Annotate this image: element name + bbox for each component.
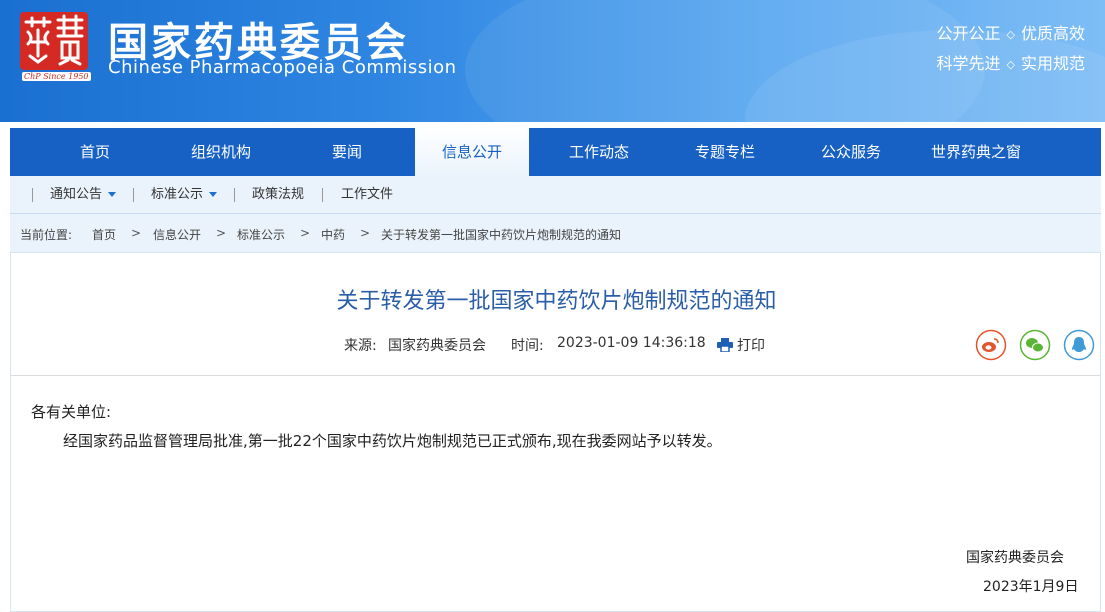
breadcrumb-item[interactable]: 中药	[321, 226, 345, 243]
motto-line-1: 公开公正 ◇ 优质高效	[937, 20, 1086, 44]
nav-item-organization[interactable]: 组织机构	[158, 128, 284, 176]
breadcrumb-prefix: 当前位置:	[20, 228, 73, 242]
time-value: 2023-01-09 14:36:18	[557, 335, 706, 351]
breadcrumb: 当前位置: 首页 > 信息公开 > 标准公示 > 中药 > 关于转发第一批国家中…	[10, 214, 1101, 252]
motto-text: 科学先进	[936, 54, 1001, 73]
salutation: 各有关单位:	[31, 403, 112, 421]
qq-icon	[1063, 329, 1095, 361]
subnav-item-notices[interactable]: 通知公告	[50, 176, 117, 214]
separator	[234, 188, 235, 202]
subnav-item-policies[interactable]: 政策法规	[252, 176, 304, 214]
breadcrumb-item[interactable]: 首页	[92, 226, 116, 243]
nav-item-news[interactable]: 要闻	[284, 128, 410, 176]
pharmacopoeia-seal-logo[interactable]	[20, 12, 88, 70]
nav-item-home[interactable]: 首页	[30, 128, 160, 176]
article-title: 关于转发第一批国家中药饮片炮制规范的通知	[336, 289, 777, 314]
site-header: ChP Since 1950 国家药典委员会 Chinese Pharmacop…	[0, 0, 1105, 122]
wechat-share-button[interactable]	[1019, 329, 1051, 361]
separator	[133, 188, 134, 202]
print-icon[interactable]	[717, 337, 733, 356]
separator	[322, 188, 323, 202]
diamond-separator: ◇	[1006, 28, 1015, 41]
breadcrumb-item[interactable]: 信息公开	[153, 226, 201, 243]
nav-item-special-topics[interactable]: 专题专栏	[662, 128, 788, 176]
weibo-share-button[interactable]	[975, 329, 1007, 361]
subnav-item-standards[interactable]: 标准公示	[151, 176, 218, 214]
article-body: 经国家药品监督管理局批准,第一批22个国家中药饮片炮制规范已正式颁布,现在我委网…	[63, 432, 722, 450]
subnav-item-work-documents[interactable]: 工作文件	[341, 176, 393, 214]
site-title-english: Chinese Pharmacopoeia Commission	[108, 57, 457, 78]
breadcrumb-current[interactable]: 关于转发第一批国家中药饮片炮制规范的通知	[381, 226, 621, 243]
caret-down-icon	[209, 192, 218, 197]
logo-subtitle: ChP Since 1950	[22, 72, 91, 81]
divider	[11, 375, 1100, 376]
subnav-label: 通知公告	[50, 187, 103, 202]
breadcrumb-item[interactable]: 标准公示	[237, 226, 285, 243]
weibo-icon	[975, 329, 1007, 361]
nav-item-info-disclosure[interactable]: 信息公开	[415, 128, 529, 176]
sub-nav: 通知公告 标准公示 政策法规 工作文件	[10, 176, 1101, 214]
motto-text: 实用规范	[1020, 54, 1085, 73]
motto-text: 公开公正	[936, 24, 1001, 43]
print-button[interactable]: 打印	[737, 335, 765, 355]
nav-item-public-service[interactable]: 公众服务	[788, 128, 914, 176]
motto-text: 优质高效	[1020, 24, 1085, 43]
caret-down-icon	[108, 192, 117, 197]
subnav-label: 标准公示	[151, 187, 204, 202]
article-container: 关于转发第一批国家中药饮片炮制规范的通知 来源: 国家药典委员会 时间: 202…	[10, 252, 1101, 612]
time-label: 时间:	[511, 338, 544, 354]
source-value: 国家药典委员会	[388, 338, 486, 354]
nav-item-world-pharmacopoeia[interactable]: 世界药典之窗	[914, 128, 1038, 176]
signature-organization: 国家药典委员会	[966, 550, 1064, 566]
breadcrumb-separator: >	[131, 226, 142, 240]
nav-item-work-updates[interactable]: 工作动态	[536, 128, 662, 176]
qq-share-button[interactable]	[1063, 329, 1095, 361]
breadcrumb-separator: >	[300, 226, 311, 240]
separator	[32, 188, 33, 202]
breadcrumb-separator: >	[216, 226, 227, 240]
diamond-separator: ◇	[1006, 58, 1015, 71]
wechat-icon	[1019, 329, 1051, 361]
motto-line-2: 科学先进 ◇ 实用规范	[937, 50, 1086, 74]
main-nav: 首页 组织机构 要闻 信息公开 工作动态 专题专栏 公众服务 世界药典之窗	[10, 128, 1101, 176]
source-label: 来源:	[344, 338, 377, 354]
signature-date: 2023年1月9日	[983, 579, 1079, 595]
breadcrumb-separator: >	[360, 226, 371, 240]
